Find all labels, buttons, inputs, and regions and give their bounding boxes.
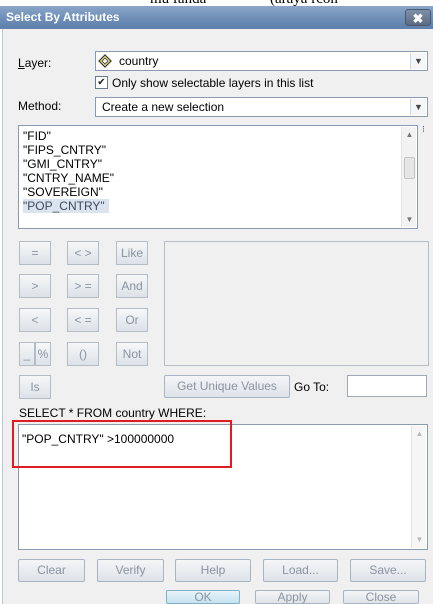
close-window-button[interactable]: ✖ (405, 9, 431, 26)
less-equal-button[interactable]: < = (67, 308, 99, 332)
percent-button[interactable]: % (35, 342, 51, 366)
and-button[interactable]: And (116, 274, 148, 298)
parentheses-button[interactable]: () (67, 342, 99, 366)
is-button[interactable]: Is (19, 375, 51, 399)
greater-than-button[interactable]: > (19, 274, 51, 298)
ok-button[interactable]: OK (166, 590, 240, 604)
like-label: Like (120, 246, 143, 260)
get-unique-values-button[interactable]: Get Unique Values (164, 375, 290, 398)
close-button[interactable]: Close (343, 590, 419, 604)
splitter-grip-icon[interactable]: ⁝ (422, 124, 425, 135)
help-button[interactable]: Help (175, 559, 251, 582)
not-button[interactable]: Not (116, 342, 148, 366)
sql-prefix-label: SELECT * FROM country WHERE: (19, 406, 207, 420)
method-value: Create a new selection (102, 100, 225, 114)
like-button[interactable]: Like (116, 241, 148, 265)
save-button[interactable]: Save... (350, 559, 426, 582)
layer-label-rest: ayer: (24, 56, 52, 70)
layer-dropdown[interactable]: country ▼ (95, 51, 428, 71)
field-item[interactable]: "CNTRY_NAME" (23, 171, 114, 185)
only-selectable-label: Only show selectable layers in this list (112, 76, 314, 90)
field-item[interactable]: "SOVEREIGN" (23, 185, 103, 199)
expression-scrollbar[interactable]: ▲ ▼ (411, 426, 426, 548)
equals-button[interactable]: = (19, 241, 51, 265)
scroll-down-icon[interactable]: ▼ (402, 212, 417, 227)
layer-label: Layer: (18, 56, 51, 70)
less-than-button[interactable]: < (19, 308, 51, 332)
layer-label-accel: L (18, 56, 25, 70)
field-item[interactable]: "FIPS_CNTRY" (23, 143, 106, 157)
clear-button[interactable]: Clear (18, 559, 85, 582)
method-dropdown[interactable]: Create a new selection ▼ (95, 97, 428, 117)
not-equal-button[interactable]: < > (67, 241, 99, 265)
underscore-button[interactable]: _ (19, 342, 35, 366)
chevron-down-icon: ▼ (410, 99, 426, 115)
scroll-down-icon[interactable]: ▼ (412, 532, 427, 547)
chevron-down-icon: ▼ (410, 53, 426, 69)
go-to-label: Go To: (294, 380, 330, 394)
scroll-up-icon[interactable]: ▲ (412, 426, 427, 441)
field-item-selected[interactable]: "POP_CNTRY" (23, 199, 109, 213)
field-item[interactable]: "GMI_CNTRY" (23, 157, 102, 171)
fields-list[interactable]: "FID" "FIPS_CNTRY" "GMI_CNTRY" "CNTRY_NA… (18, 125, 418, 229)
dialog-title: Select By Attributes (6, 10, 120, 24)
verify-button[interactable]: Verify (97, 559, 164, 582)
scroll-up-icon[interactable]: ▲ (402, 127, 417, 142)
layer-diamond-icon (98, 54, 112, 68)
apply-button[interactable]: Apply (255, 590, 330, 604)
or-button[interactable]: Or (116, 308, 148, 332)
scroll-thumb[interactable] (404, 157, 415, 179)
go-to-input[interactable] (347, 375, 427, 397)
highlight-annotation (12, 420, 232, 468)
greater-equal-button[interactable]: > = (67, 274, 99, 298)
load-button[interactable]: Load... (263, 559, 338, 582)
layer-value: country (119, 54, 159, 68)
fields-scrollbar[interactable]: ▲ ▼ (401, 127, 416, 227)
field-item[interactable]: "FID" (23, 129, 51, 143)
only-selectable-checkbox[interactable]: ✔ (95, 76, 108, 89)
unique-values-list[interactable] (164, 241, 429, 366)
method-label: Method: (18, 99, 62, 113)
